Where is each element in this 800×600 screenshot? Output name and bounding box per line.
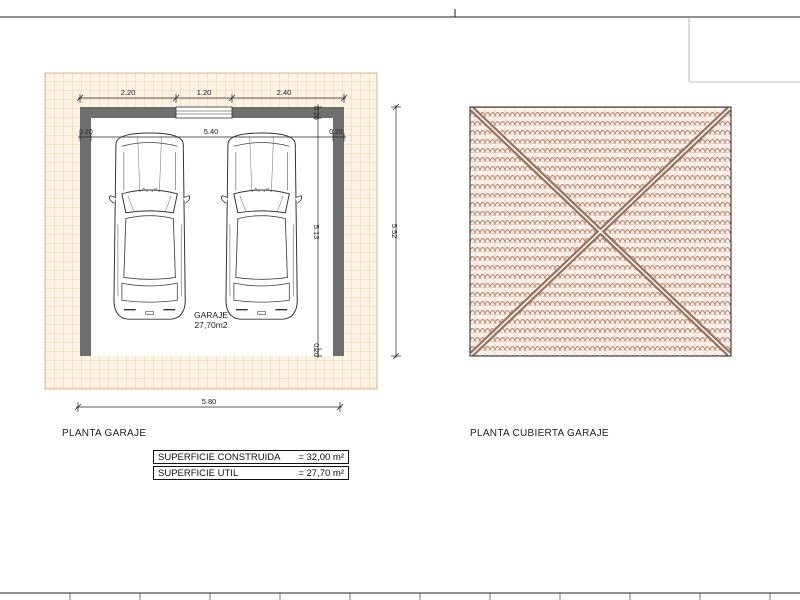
dim-top-1: 2.20 [121,88,136,97]
dim-wall-bottom-right: 0.20 [312,343,319,357]
plan-caption: PLANTA GARAJE [62,428,147,439]
dim-wall-top-right: 0.20 [312,106,319,120]
built-area-value: = 32,00 m² [298,451,344,463]
room-name: GARAJE [194,310,228,320]
useful-area-label: SUPERFICIE UTIL [158,467,239,479]
useful-area-row: SUPERFICIE UTIL = 27,70 m² [153,466,349,480]
dim-top-3: 2.40 [277,88,292,97]
window [175,106,233,119]
dim-inner-depth: 5.13 [312,225,321,240]
room-area: 27,70m2 [194,320,227,330]
roof-caption: PLANTA CUBIERTA GARAJE [470,428,609,439]
dim-wall-right: 0.20 [329,129,343,136]
dim-top-2: 1.20 [197,88,212,97]
useful-area-value: = 27,70 m² [298,467,344,479]
roof-plan [469,106,732,357]
built-area-label: SUPERFICIE CONSTRUIDA [158,451,281,463]
built-area-row: SUPERFICIE CONSTRUIDA = 32,00 m² [153,450,349,464]
car-right [220,132,303,320]
dim-overall-width: 5.80 [202,397,217,406]
dim-overall-depth: 5.52 [390,224,399,239]
garage-plan: GARAJE 27,70m2 2.20 1.20 2.40 5.40 0.20 … [44,72,401,412]
dim-inner-width: 5.40 [204,127,219,136]
dim-wall-left: 0.20 [79,129,93,136]
area-table: SUPERFICIE CONSTRUIDA = 32,00 m² SUPERFI… [153,450,349,482]
car-left [108,132,191,320]
drawing-sheet: GARAJE 27,70m2 2.20 1.20 2.40 5.40 0.20 … [0,9,800,600]
